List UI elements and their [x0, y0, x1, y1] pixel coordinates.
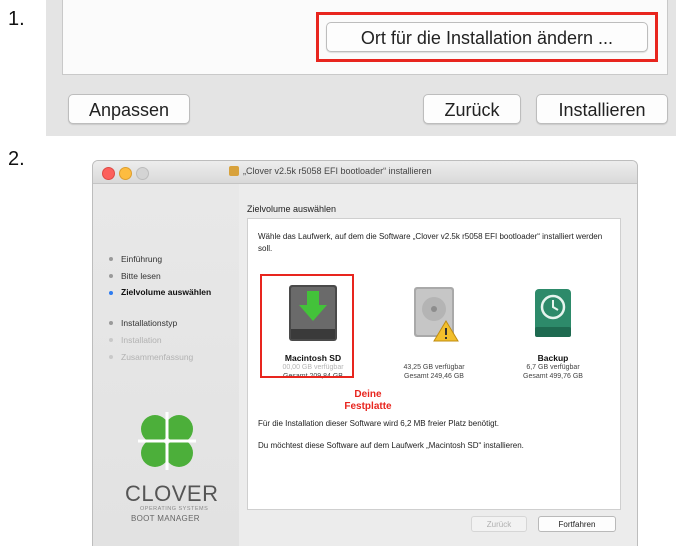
installer-sidebar: Einführung Bitte lesen Zielvolume auswäh… — [93, 184, 239, 546]
minimize-window-button[interactable] — [119, 167, 132, 180]
clover-leaf-icon — [138, 412, 196, 470]
close-window-button[interactable] — [102, 167, 115, 180]
step-bullet-icon — [109, 321, 113, 325]
destination-panel: Wähle das Laufwerk, auf dem die Software… — [247, 218, 621, 510]
sidebar-item-label: Zusammenfassung — [121, 352, 194, 362]
annotation-line: Festplatte — [344, 401, 392, 412]
drive-name: Backup — [537, 353, 569, 363]
continue-button[interactable]: Fortfahren — [538, 516, 616, 532]
package-icon — [229, 166, 239, 176]
drive-total: Gesamt 249,46 GB — [404, 373, 464, 380]
intro-text: Wähle das Laufwerk, auf dem die Software… — [258, 232, 603, 253]
step-bullet-icon — [109, 355, 113, 359]
step-number-1: 1. — [8, 8, 25, 30]
sidebar-item-summary: Zusammenfassung — [107, 350, 211, 367]
confirm-text: Du möchtest diese Software auf dem Laufw… — [258, 441, 524, 450]
drive-option-backup[interactable]: Backup 6,7 GB verfügbar Gesamt 499,76 GB — [498, 281, 608, 381]
back-button-disabled: Zurück — [471, 516, 527, 532]
drive-total: Gesamt 499,76 GB — [523, 373, 583, 380]
clover-logo-subtitle: OPERATING SYSTEMS — [140, 506, 209, 512]
space-required-note: Für die Installation dieser Software wir… — [258, 419, 499, 428]
sidebar-item-label: Installation — [121, 335, 162, 345]
time-machine-disk-icon — [535, 289, 571, 337]
back-button[interactable]: Zurück — [423, 94, 521, 124]
install-button[interactable]: Installieren — [536, 94, 668, 124]
sidebar-item-introduction: Einführung — [107, 252, 211, 269]
warning-disk-icon — [414, 287, 459, 342]
your-disk-annotation: Deine Festplatte — [338, 389, 398, 413]
drive-option-unnamed[interactable]: 43,25 GB verfügbar Gesamt 249,46 GB — [379, 281, 489, 381]
sidebar-item-destination: Zielvolume auswählen — [107, 286, 211, 316]
clover-logo-subtitle: BOOT MANAGER — [131, 514, 200, 523]
step1-screenshot: Ort für die Installation ändern ... Anpa… — [46, 0, 676, 136]
drive-available: 6,7 GB verfügbar — [526, 364, 580, 371]
sidebar-item-installation: Installation — [107, 333, 211, 350]
sidebar-item-label: Installationstyp — [121, 318, 178, 328]
step-bullet-icon — [109, 338, 113, 342]
content-title: Zielvolume auswählen — [247, 204, 337, 214]
sidebar-item-read-me: Bitte lesen — [107, 269, 211, 286]
annotation-line: Deine — [354, 389, 382, 400]
sidebar-item-label: Zielvolume auswählen — [121, 287, 212, 297]
sidebar-item-label: Einführung — [121, 254, 163, 264]
title-bar: „Clover v2.5k r5058 EFI bootloader“ inst… — [93, 161, 637, 184]
sidebar-item-installation-type: Installationstyp — [107, 316, 211, 333]
highlight-box-change-location — [316, 12, 658, 62]
zoom-window-button[interactable] — [136, 167, 149, 180]
highlight-box-selected-drive — [260, 274, 354, 378]
installer-window: „Clover v2.5k r5058 EFI bootloader“ inst… — [92, 160, 638, 546]
step-bullet-icon — [109, 274, 113, 278]
clover-logo-text: CLOVER — [125, 481, 219, 506]
drive-available: 43,25 GB verfügbar — [403, 364, 465, 371]
step-bullet-icon — [109, 257, 113, 261]
installer-steps-list: Einführung Bitte lesen Zielvolume auswäh… — [107, 252, 211, 367]
drive-name — [379, 353, 489, 363]
sidebar-item-label: Bitte lesen — [121, 271, 161, 281]
step-number-2: 2. — [8, 148, 25, 170]
customize-button[interactable]: Anpassen — [68, 94, 190, 124]
active-step-bullet-icon — [109, 291, 113, 295]
window-title: „Clover v2.5k r5058 EFI bootloader“ inst… — [243, 166, 432, 176]
